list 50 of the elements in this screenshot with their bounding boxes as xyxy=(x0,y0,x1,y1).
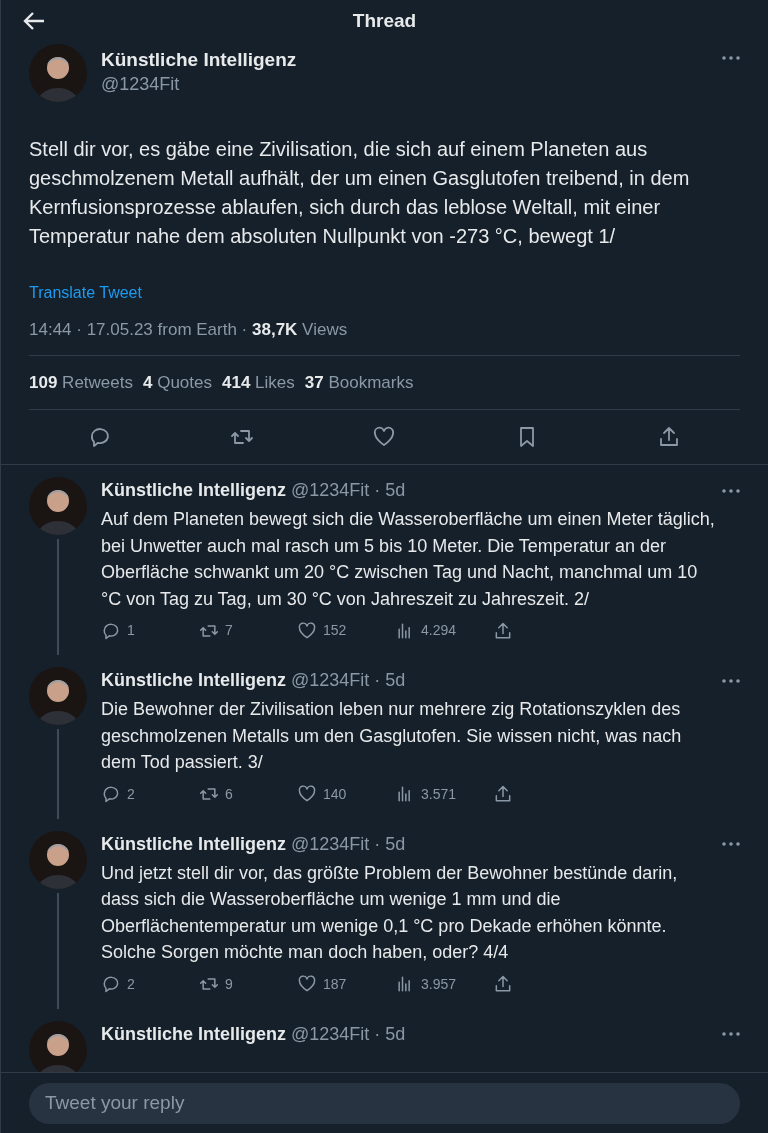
tweet-meta: 14:44 · 17.05.23 from Earth · 38,7K Views xyxy=(29,320,348,339)
action-count: 9 xyxy=(225,974,233,994)
reply-field[interactable]: Tweet your reply xyxy=(29,1082,740,1124)
share-icon[interactable] xyxy=(493,620,513,641)
back-icon[interactable] xyxy=(23,11,45,31)
share-icon[interactable] xyxy=(493,974,513,994)
more-icon[interactable] xyxy=(722,56,740,60)
stat-link[interactable]: 109 Retweets xyxy=(29,369,133,395)
action-count: 3.571 xyxy=(421,784,457,804)
more-icon[interactable] xyxy=(722,1032,740,1036)
reply-meta: @1234Fit · 5d xyxy=(291,669,406,692)
action-count: 1 xyxy=(127,621,135,640)
more-icon[interactable] xyxy=(722,842,740,846)
heart-icon[interactable] xyxy=(297,784,317,804)
reply-meta: @1234Fit · 5d xyxy=(291,479,406,502)
action-count: 2 xyxy=(127,784,135,804)
more-icon[interactable] xyxy=(722,678,740,683)
action-count: 7 xyxy=(225,621,233,640)
author-handle[interactable]: @1234Fit xyxy=(101,72,708,96)
more-icon[interactable] xyxy=(722,488,740,493)
action-count: 152 xyxy=(323,621,347,640)
avatar[interactable] xyxy=(29,1020,87,1072)
stat-link[interactable]: 4 Quotes xyxy=(142,369,212,395)
heart-icon[interactable] xyxy=(297,620,317,641)
share-icon[interactable] xyxy=(493,784,513,804)
action-count: 6 xyxy=(225,784,233,804)
author-name[interactable]: Künstliche Intelligenz xyxy=(101,1020,287,1048)
reply-text: Auf dem Planeten bewegt sich die Wasseroberfläche um einen Meter täglich, bei Unwetter auch mal rasch um 5 bis 10 Meter. Die Temperatur an der Oberfläche schwankt um 20 °C zwischen Tag und Nacht, manchmal um 10 °C von Tag zu Tag, um 30 °C von Jahreszeit zu Jahreszeit. 2/ xyxy=(101,508,716,611)
action-count: 187 xyxy=(323,974,347,994)
page-title: Thread xyxy=(352,8,417,33)
reply-meta: @1234Fit · 5d xyxy=(291,832,406,856)
action-count: 4.294 xyxy=(421,621,457,640)
author-name[interactable]: Künstliche Intelligenz xyxy=(101,48,708,72)
author-name[interactable]: Künstliche Intelligenz xyxy=(101,667,287,694)
heart-icon[interactable] xyxy=(372,425,397,449)
reply-meta: @1234Fit · 5d xyxy=(291,1022,406,1046)
translate-link[interactable]: Translate Tweet xyxy=(29,284,142,301)
stat-link[interactable]: 37 Bookmarks xyxy=(304,369,414,395)
reply-icon[interactable] xyxy=(101,784,121,804)
stat-link[interactable]: 414 Likes xyxy=(222,369,295,395)
reply-icon[interactable] xyxy=(101,974,121,994)
action-count: 3.957 xyxy=(421,974,457,994)
reply-text: Und jetzt stell dir vor, das größte Problem der Bewohner bestünde darin, dass sich die Wasseroberfläche um wenige 1 mm und die Oberflächentemperatur um wenige 0,1 °C pro Dekade erhöhen könnte. Solche Sorgen möchte man doch haben, oder? 4/4 xyxy=(101,861,679,964)
reply-text: Die Bewohner der Zivilisation leben nur mehrere zig Rotationszyklen des geschmolzenen Metalls um den Gasglutofen. Sie wissen nicht, was nach dem Tod passiert. 3/ xyxy=(101,698,683,774)
author-name[interactable]: Künstliche Intelligenz xyxy=(101,830,287,858)
action-count: 140 xyxy=(323,784,347,804)
heart-icon[interactable] xyxy=(297,974,317,994)
tweet-text: Stell dir vor, es gäbe eine Zivilisation, die sich auf einem Planeten aus geschmolzenem Metall aufhält, der um einen Gasglutofen treibend, in dem Kernfusionsprozesse ablaufen, sich durch das leblose Weltall, mit einer Temperatur nahe dem absoluten Nullpunkt von -273 °C, bewegt 1/ xyxy=(29,137,691,249)
author-name[interactable]: Künstliche Intelligenz xyxy=(101,477,287,504)
action-count: 2 xyxy=(127,974,135,994)
